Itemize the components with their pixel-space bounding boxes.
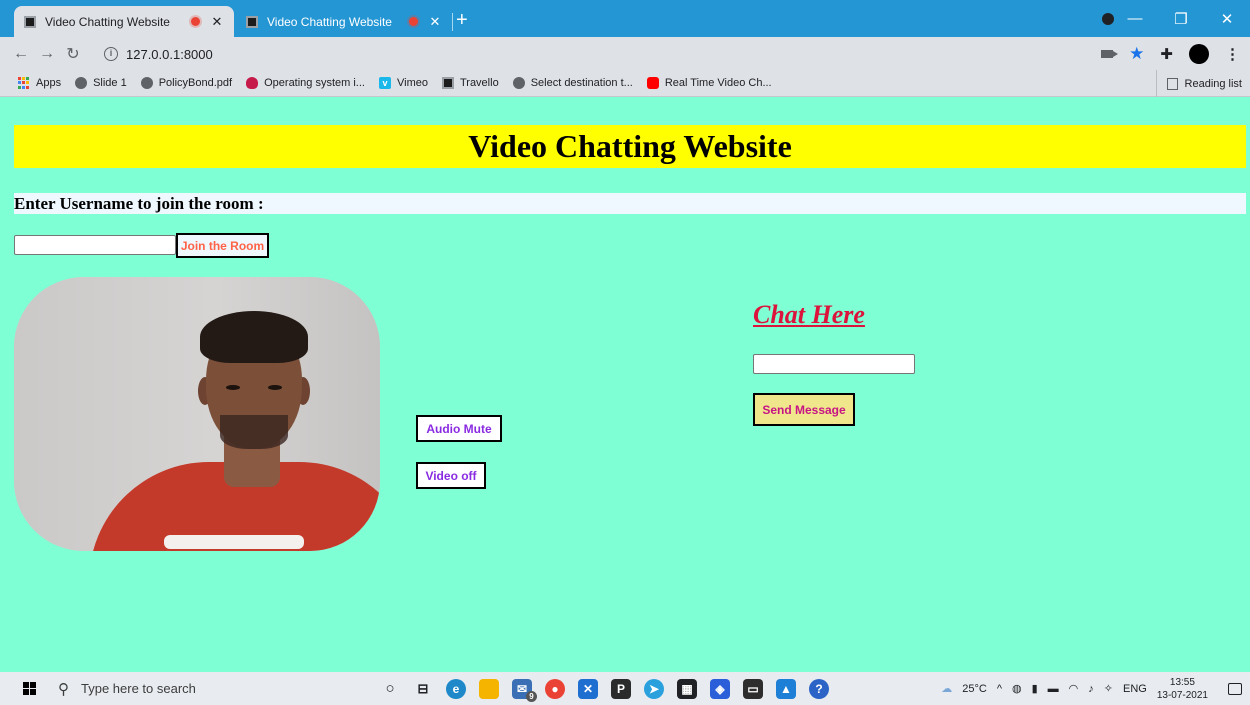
cortana-icon[interactable]: ○ [380, 679, 400, 699]
back-arrow-icon[interactable]: ← [8, 45, 34, 63]
bookmarks-bar: Apps Slide 1 PolicyBond.pdf Operating sy… [0, 70, 1250, 97]
bookmark-apps[interactable]: Apps [18, 77, 61, 89]
store-icon[interactable]: ▦ [677, 678, 697, 699]
bookmark-slide-1[interactable]: Slide 1 [75, 77, 127, 89]
vimeo-icon: v [378, 77, 391, 89]
browser-titlebar: Video Chatting Website ✕ Video Chatting … [0, 0, 1250, 37]
new-tab-button[interactable]: + [456, 8, 468, 32]
help-icon[interactable]: ? [809, 678, 829, 699]
chat-message-input[interactable] [753, 354, 915, 374]
close-window-icon[interactable]: ✕ [1204, 10, 1250, 28]
bookmark-star-icon[interactable]: ★ [1129, 44, 1144, 64]
reload-icon[interactable]: ↻ [60, 44, 86, 64]
pycharm-icon[interactable]: P [611, 678, 631, 699]
minimize-icon[interactable]: — [1112, 10, 1158, 27]
extensions-puzzle-icon[interactable]: ✚ [1160, 45, 1173, 63]
language-indicator[interactable]: ENG [1123, 683, 1147, 695]
join-room-button[interactable]: Join the Room [176, 233, 269, 258]
photos-icon[interactable]: ▲ [776, 678, 796, 699]
tray-app-icon[interactable]: ◍ [1012, 682, 1022, 695]
send-message-button[interactable]: Send Message [753, 393, 855, 426]
bookmark-operating-system[interactable]: Operating system i... [246, 77, 365, 89]
page-title: Video Chatting Website [14, 125, 1246, 168]
address-text: 127.0.0.1:8000 [126, 46, 213, 62]
close-tab-icon[interactable]: ✕ [428, 14, 442, 30]
chrome-icon[interactable]: ● [545, 678, 565, 699]
taskbar-apps: ○ ⊟ e ✉ 9 ● ✕ P ➤ ▦ ◈ ▭ ▲ ? [380, 672, 829, 705]
profile-avatar-icon[interactable] [1189, 43, 1209, 64]
tab-video-chatting-active[interactable]: Video Chatting Website ✕ [14, 6, 234, 37]
address-bar[interactable]: i 127.0.0.1:8000 [104, 42, 1074, 66]
username-prompt: Enter Username to join the room : [14, 193, 1246, 214]
globe-icon [512, 77, 525, 89]
reading-list-button[interactable]: Reading list [1155, 70, 1242, 97]
weather-icon[interactable]: ☁ [941, 682, 952, 695]
volume-icon[interactable]: ♪ [1088, 683, 1094, 695]
battery-icon[interactable]: ▬ [1048, 683, 1059, 695]
menu-kebab-icon[interactable]: ⋮ [1225, 45, 1240, 63]
notification-icon[interactable] [1228, 682, 1242, 695]
clock[interactable]: 13:55 13-07-2021 [1157, 676, 1208, 702]
mail-badge: 9 [526, 690, 537, 702]
recording-indicator-icon [409, 17, 418, 26]
globe-icon [75, 77, 88, 89]
clock-date: 13-07-2021 [1156, 689, 1208, 701]
search-placeholder: Type here to search [81, 681, 196, 696]
search-icon: ⚲ [58, 680, 69, 698]
video-off-button[interactable]: Video off [416, 462, 486, 489]
taskbar-search[interactable]: ⚲ Type here to search [46, 672, 393, 705]
clock-time: 13:55 [1169, 676, 1195, 688]
start-button[interactable] [12, 672, 46, 705]
forward-arrow-icon[interactable]: → [34, 45, 60, 63]
wifi-icon[interactable]: ◠ [1069, 682, 1079, 695]
site-favicon-icon [24, 15, 36, 28]
raspberry-icon [246, 77, 259, 89]
tab-separator [452, 13, 453, 31]
site-icon [441, 77, 454, 89]
site-info-icon[interactable]: i [104, 47, 118, 61]
bookmark-vimeo[interactable]: v Vimeo [378, 77, 428, 89]
site-favicon-icon [246, 15, 258, 28]
recording-indicator-icon [191, 17, 200, 26]
bookmark-policybond[interactable]: PolicyBond.pdf [140, 77, 232, 89]
task-view-icon[interactable]: ⊟ [413, 679, 433, 699]
windows-taskbar: ⚲ Type here to search ○ ⊟ e ✉ 9 ● ✕ P ➤ ▦… [0, 672, 1250, 705]
tab-title: Video Chatting Website [45, 14, 170, 29]
vscode-icon[interactable]: ✕ [578, 678, 598, 699]
audio-mute-button[interactable]: Audio Mute [416, 415, 502, 442]
system-tray: ☁ 25°C ^ ◍ ▮ ▬ ◠ ♪ ✧ ENG 13:55 13-07-202… [941, 672, 1242, 705]
bookmark-real-time-video[interactable]: Real Time Video Ch... [646, 77, 772, 89]
tab-video-chatting-2[interactable]: Video Chatting Website ✕ [236, 6, 452, 37]
restore-icon[interactable]: ❐ [1158, 10, 1204, 28]
toolbar-actions: ★ ✚ ⋮ [1101, 37, 1240, 70]
bookmark-travello[interactable]: Travello [441, 77, 499, 89]
file-explorer-icon[interactable] [479, 678, 499, 699]
telegram-icon[interactable]: ➤ [644, 678, 664, 699]
local-video-feed [14, 277, 380, 551]
globe-icon [140, 77, 153, 89]
reading-list-icon [1166, 77, 1178, 90]
vpn-icon[interactable]: ◈ [710, 678, 730, 699]
browser-toolbar: ← → ↻ i 127.0.0.1:8000 ★ ✚ ⋮ [0, 37, 1250, 70]
windows-logo-icon [22, 682, 36, 695]
youtube-icon [646, 77, 659, 89]
camera-in-use-icon[interactable] [1101, 49, 1119, 58]
mail-icon[interactable]: ✉ 9 [512, 678, 537, 702]
edge-icon[interactable]: e [446, 678, 466, 699]
chevron-up-icon[interactable]: ^ [997, 683, 1002, 695]
dropbox-icon[interactable]: ✧ [1104, 682, 1113, 695]
username-input[interactable] [14, 235, 176, 255]
apps-grid-icon [18, 77, 30, 89]
microphone-icon[interactable]: ▮ [1032, 682, 1038, 695]
window-controls: — ❐ ✕ [1112, 0, 1250, 37]
bookmark-select-destination[interactable]: Select destination t... [512, 77, 633, 89]
weather-text[interactable]: 25°C [962, 683, 987, 695]
tab-title: Video Chatting Website [267, 14, 392, 29]
terminal-icon[interactable]: ▭ [743, 678, 763, 699]
close-tab-icon[interactable]: ✕ [210, 14, 224, 30]
chat-heading: Chat Here [753, 300, 865, 329]
